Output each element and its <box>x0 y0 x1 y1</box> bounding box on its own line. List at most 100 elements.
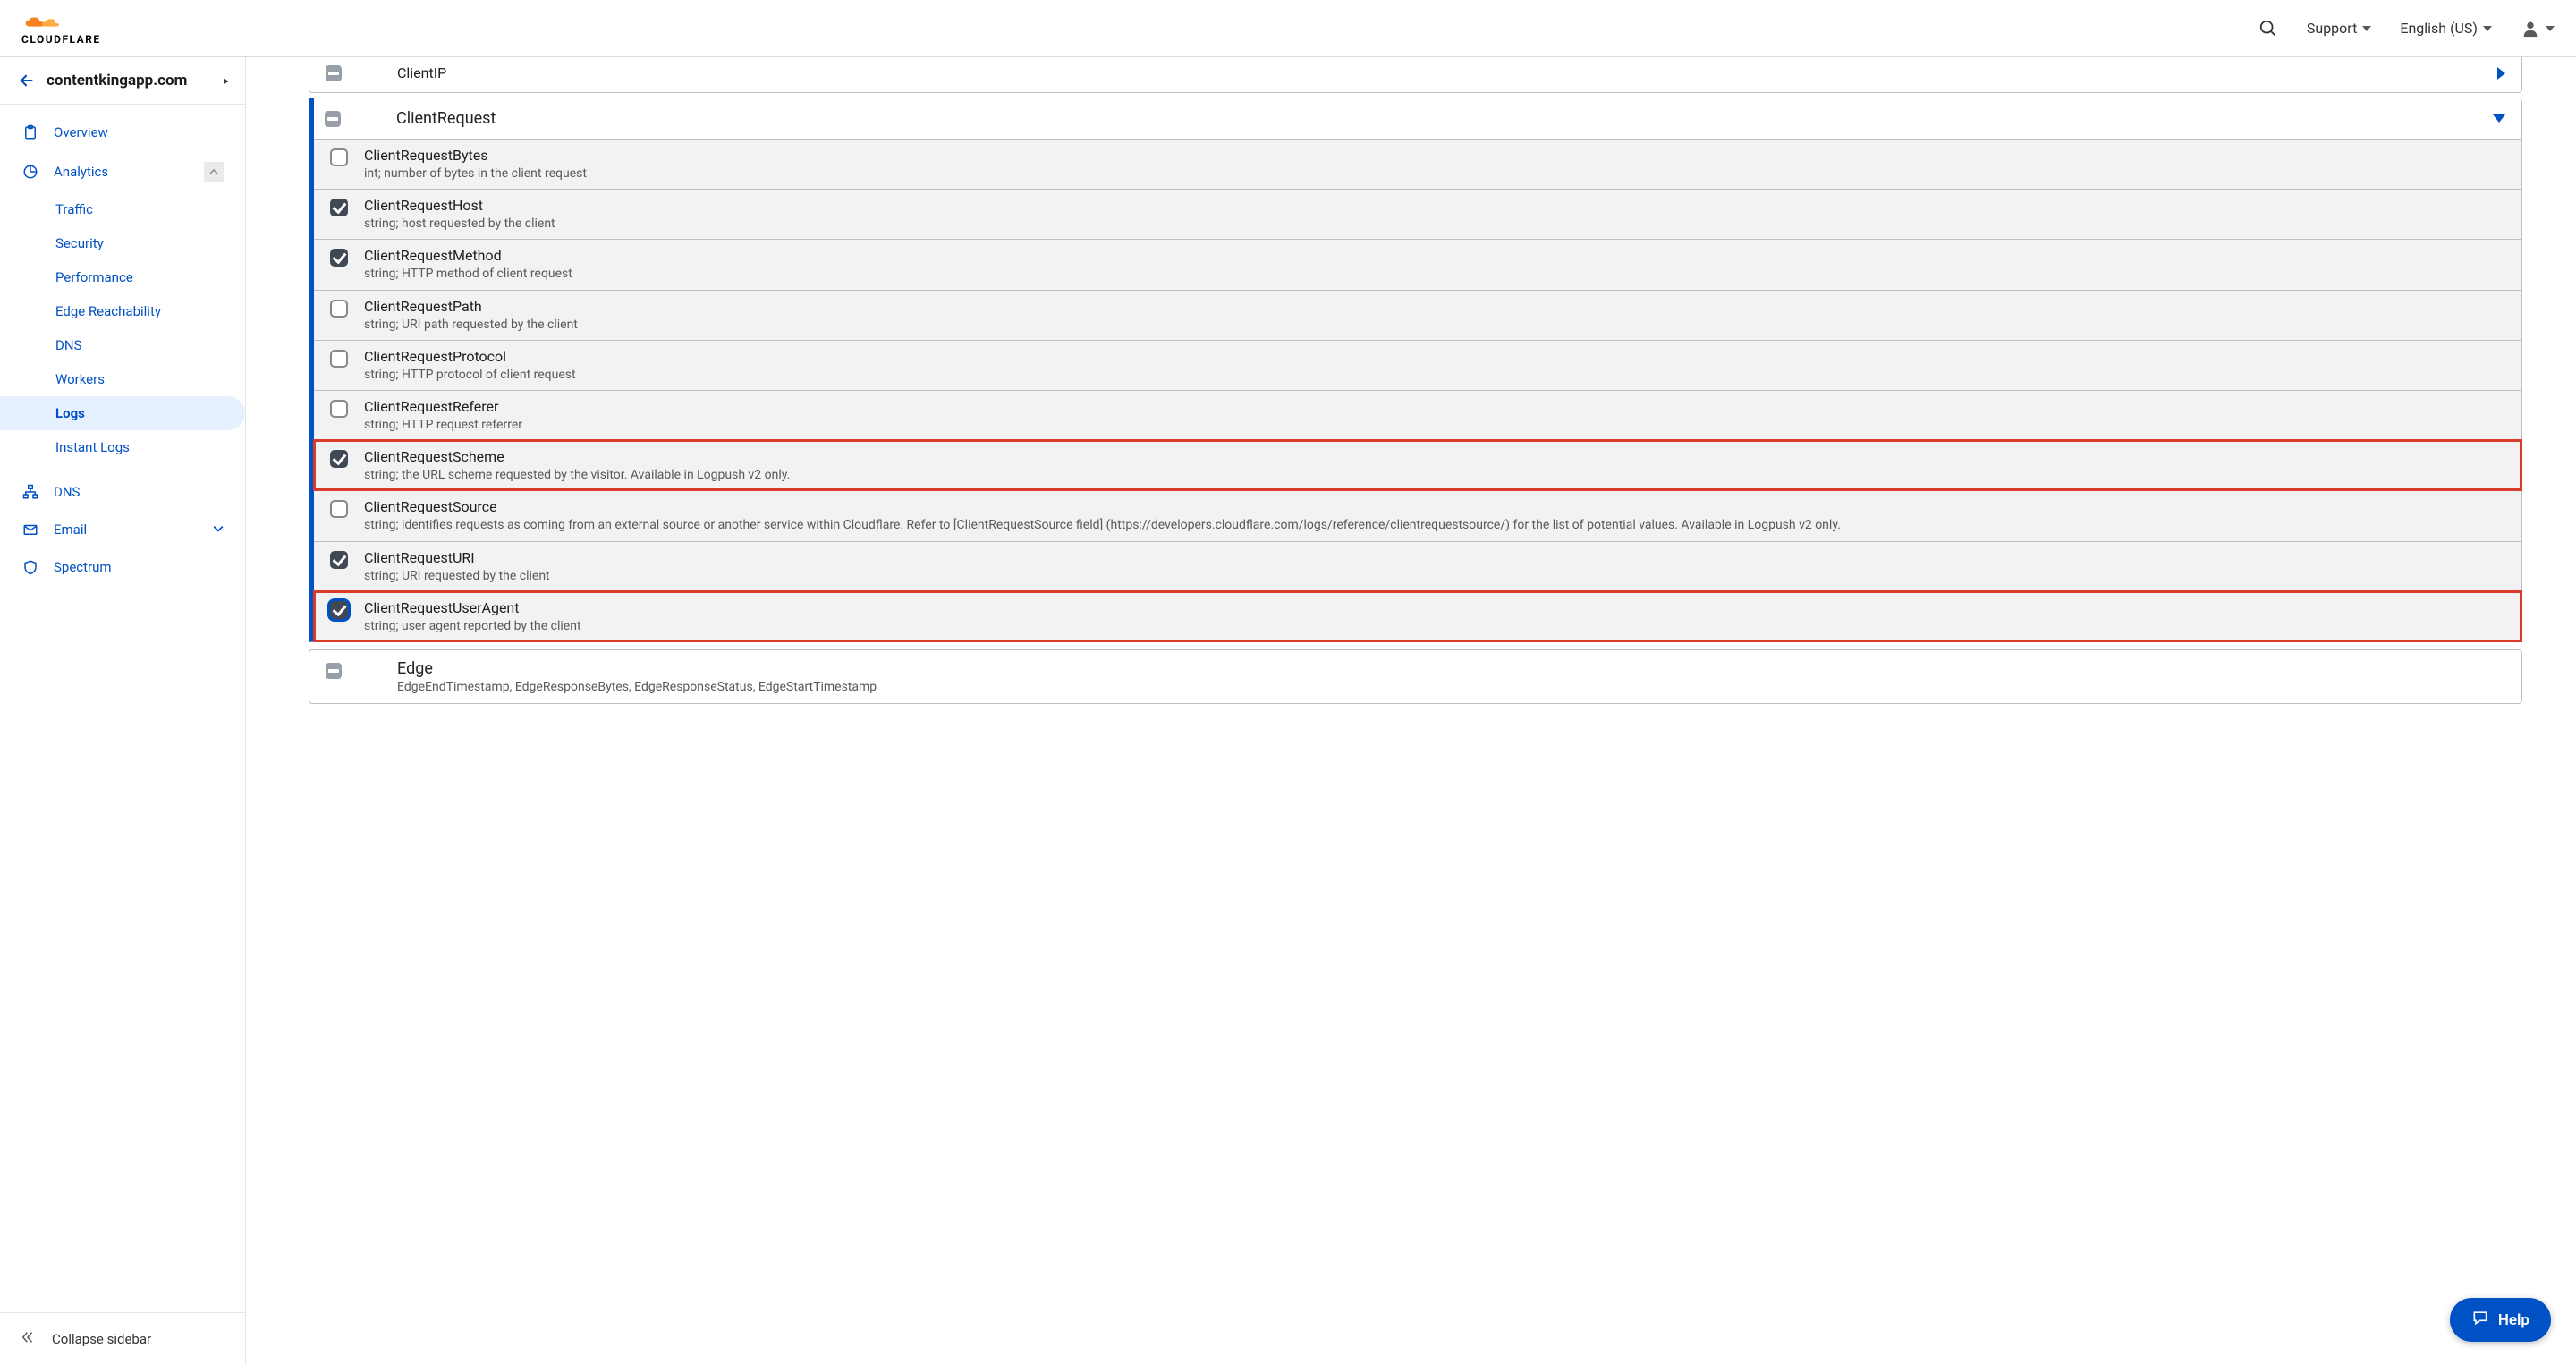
mail-icon <box>21 521 39 538</box>
field-text: ClientRequestURI string; URI requested by… <box>364 549 550 584</box>
field-desc: string; host requested by the client <box>364 216 555 232</box>
sidebar-label: Overview <box>54 124 108 140</box>
field-checkbox[interactable] <box>330 400 348 418</box>
indeterminate-checkbox-icon[interactable] <box>325 111 341 127</box>
field-name: ClientRequestUserAgent <box>364 599 581 616</box>
main-content: ClientIP ClientRequest ClientRequestByte… <box>246 57 2576 1365</box>
field-row: ClientRequestUserAgentstring; user agent… <box>314 591 2521 641</box>
field-text: ClientRequestUserAgentstring; user agent… <box>364 599 581 634</box>
field-name: ClientRequestMethod <box>364 247 572 264</box>
sidebar-item-analytics[interactable]: Analytics <box>0 151 245 192</box>
field-name: ClientRequestSource <box>364 498 1841 515</box>
group-header-clientrequest[interactable]: ClientRequest <box>314 98 2521 139</box>
edge-title: Edge <box>397 659 877 678</box>
field-checkbox[interactable] <box>330 199 348 216</box>
field-name: ClientRequestPath <box>364 298 578 315</box>
field-desc: string; identifies requests as coming fr… <box>364 517 1841 533</box>
field-desc: string; the URL scheme requested by the … <box>364 467 790 483</box>
sidebar-sub-instant-logs[interactable]: Instant Logs <box>0 430 245 464</box>
support-label: Support <box>2307 20 2357 37</box>
user-icon <box>2521 19 2540 38</box>
sidebar-label: Email <box>54 521 87 538</box>
collapse-triangle-icon[interactable] <box>2493 114 2505 123</box>
field-row: ClientRequestSource string; identifies re… <box>314 490 2521 540</box>
help-button[interactable]: Help <box>2450 1298 2551 1342</box>
sidebar-item-dns[interactable]: DNS <box>0 473 245 511</box>
sidebar-sub-edge-reachability[interactable]: Edge Reachability <box>0 294 245 328</box>
sidebar-item-overview[interactable]: Overview <box>0 114 245 151</box>
sitemap-icon <box>21 484 39 500</box>
field-text: ClientRequestReferer string; HTTP request… <box>364 398 522 433</box>
field-row: ClientRequestBytesint; number of bytes i… <box>314 139 2521 189</box>
field-row: ClientRequestReferer string; HTTP request… <box>314 390 2521 440</box>
field-checkbox[interactable] <box>330 300 348 318</box>
caret-down-icon <box>2362 26 2371 31</box>
header-right: Support English (US) <box>2258 19 2555 38</box>
indeterminate-checkbox-icon[interactable] <box>326 65 342 81</box>
pie-chart-icon <box>21 164 39 180</box>
clipboard-icon <box>21 124 39 140</box>
field-text: ClientRequestHoststring; host requested … <box>364 197 555 232</box>
sidebar-label: Analytics <box>54 164 108 180</box>
field-name: ClientRequestURI <box>364 549 550 566</box>
edge-subtitle: EdgeEndTimestamp, EdgeResponseBytes, Edg… <box>397 680 877 694</box>
top-header: CLOUDFLARE Support English (US) <box>0 0 2576 57</box>
collapse-icon <box>20 1329 36 1349</box>
field-checkbox[interactable] <box>330 450 348 468</box>
cloudflare-logo[interactable]: CLOUDFLARE <box>21 12 101 46</box>
domain-selector[interactable]: contentkingapp.com ▸ <box>0 57 245 105</box>
field-group-clientip-collapsed[interactable]: ClientIP <box>309 57 2522 93</box>
field-row: ClientRequestPath string; URI path reques… <box>314 290 2521 340</box>
sidebar: contentkingapp.com ▸ Overview Analytics <box>0 57 246 1365</box>
brand-text: CLOUDFLARE <box>21 33 101 46</box>
field-row: ClientRequestMethodstring; HTTP method o… <box>314 239 2521 289</box>
search-icon[interactable] <box>2258 19 2278 38</box>
language-label: English (US) <box>2400 20 2478 37</box>
field-name: ClientRequestScheme <box>364 448 790 465</box>
field-checkbox[interactable] <box>330 601 348 619</box>
user-menu[interactable] <box>2521 19 2555 38</box>
field-group-edge-collapsed[interactable]: Edge EdgeEndTimestamp, EdgeResponseBytes… <box>309 649 2522 704</box>
clientip-label: ClientIP <box>369 64 446 81</box>
field-group-clientrequest: ClientRequest ClientRequestBytesint; num… <box>309 98 2522 642</box>
field-text: ClientRequestMethodstring; HTTP method o… <box>364 247 572 282</box>
group-title: ClientRequest <box>368 109 496 128</box>
sidebar-sub-security[interactable]: Security <box>0 226 245 260</box>
collapse-label: Collapse sidebar <box>52 1331 151 1347</box>
field-desc: string; HTTP request referrer <box>364 417 522 433</box>
field-text: ClientRequestProtocolstring; HTTP protoc… <box>364 348 576 383</box>
field-checkbox[interactable] <box>330 148 348 166</box>
field-text: ClientRequestBytesint; number of bytes i… <box>364 147 587 182</box>
collapse-sidebar[interactable]: Collapse sidebar <box>0 1312 245 1365</box>
field-checkbox[interactable] <box>330 249 348 267</box>
field-text: ClientRequestPath string; URI path reques… <box>364 298 578 333</box>
field-name: ClientRequestBytes <box>364 147 587 164</box>
language-menu[interactable]: English (US) <box>2400 20 2492 37</box>
field-desc: string; URI path requested by the client <box>364 317 578 333</box>
indeterminate-checkbox-icon[interactable] <box>326 663 342 679</box>
field-desc: string; URI requested by the client <box>364 568 550 584</box>
sidebar-item-email[interactable]: Email <box>0 511 245 548</box>
sidebar-sub-dns[interactable]: DNS <box>0 328 245 362</box>
field-row: ClientRequestURI string; URI requested by… <box>314 541 2521 591</box>
caret-down-icon <box>2483 26 2492 31</box>
domain-name: contentkingapp.com <box>47 72 211 89</box>
field-name: ClientRequestReferer <box>364 398 522 415</box>
chevron-down-icon <box>213 521 224 538</box>
field-checkbox[interactable] <box>330 350 348 368</box>
field-checkbox[interactable] <box>330 551 348 569</box>
sidebar-item-spectrum[interactable]: Spectrum <box>0 548 245 586</box>
field-checkbox[interactable] <box>330 500 348 518</box>
sidebar-nav: Overview Analytics Traffic Security P <box>0 105 245 1312</box>
sidebar-sub-traffic[interactable]: Traffic <box>0 192 245 226</box>
sidebar-sub-performance[interactable]: Performance <box>0 260 245 294</box>
sidebar-sub-logs[interactable]: Logs <box>0 396 245 430</box>
expand-triangle-icon[interactable] <box>2497 67 2505 80</box>
sidebar-sub-workers[interactable]: Workers <box>0 362 245 396</box>
sidebar-label: Spectrum <box>54 559 112 575</box>
collapse-toggle[interactable] <box>204 162 224 182</box>
caret-right-icon: ▸ <box>224 74 229 87</box>
support-menu[interactable]: Support <box>2307 20 2371 37</box>
back-arrow-icon[interactable] <box>16 72 34 89</box>
field-desc: string; HTTP protocol of client request <box>364 367 576 383</box>
